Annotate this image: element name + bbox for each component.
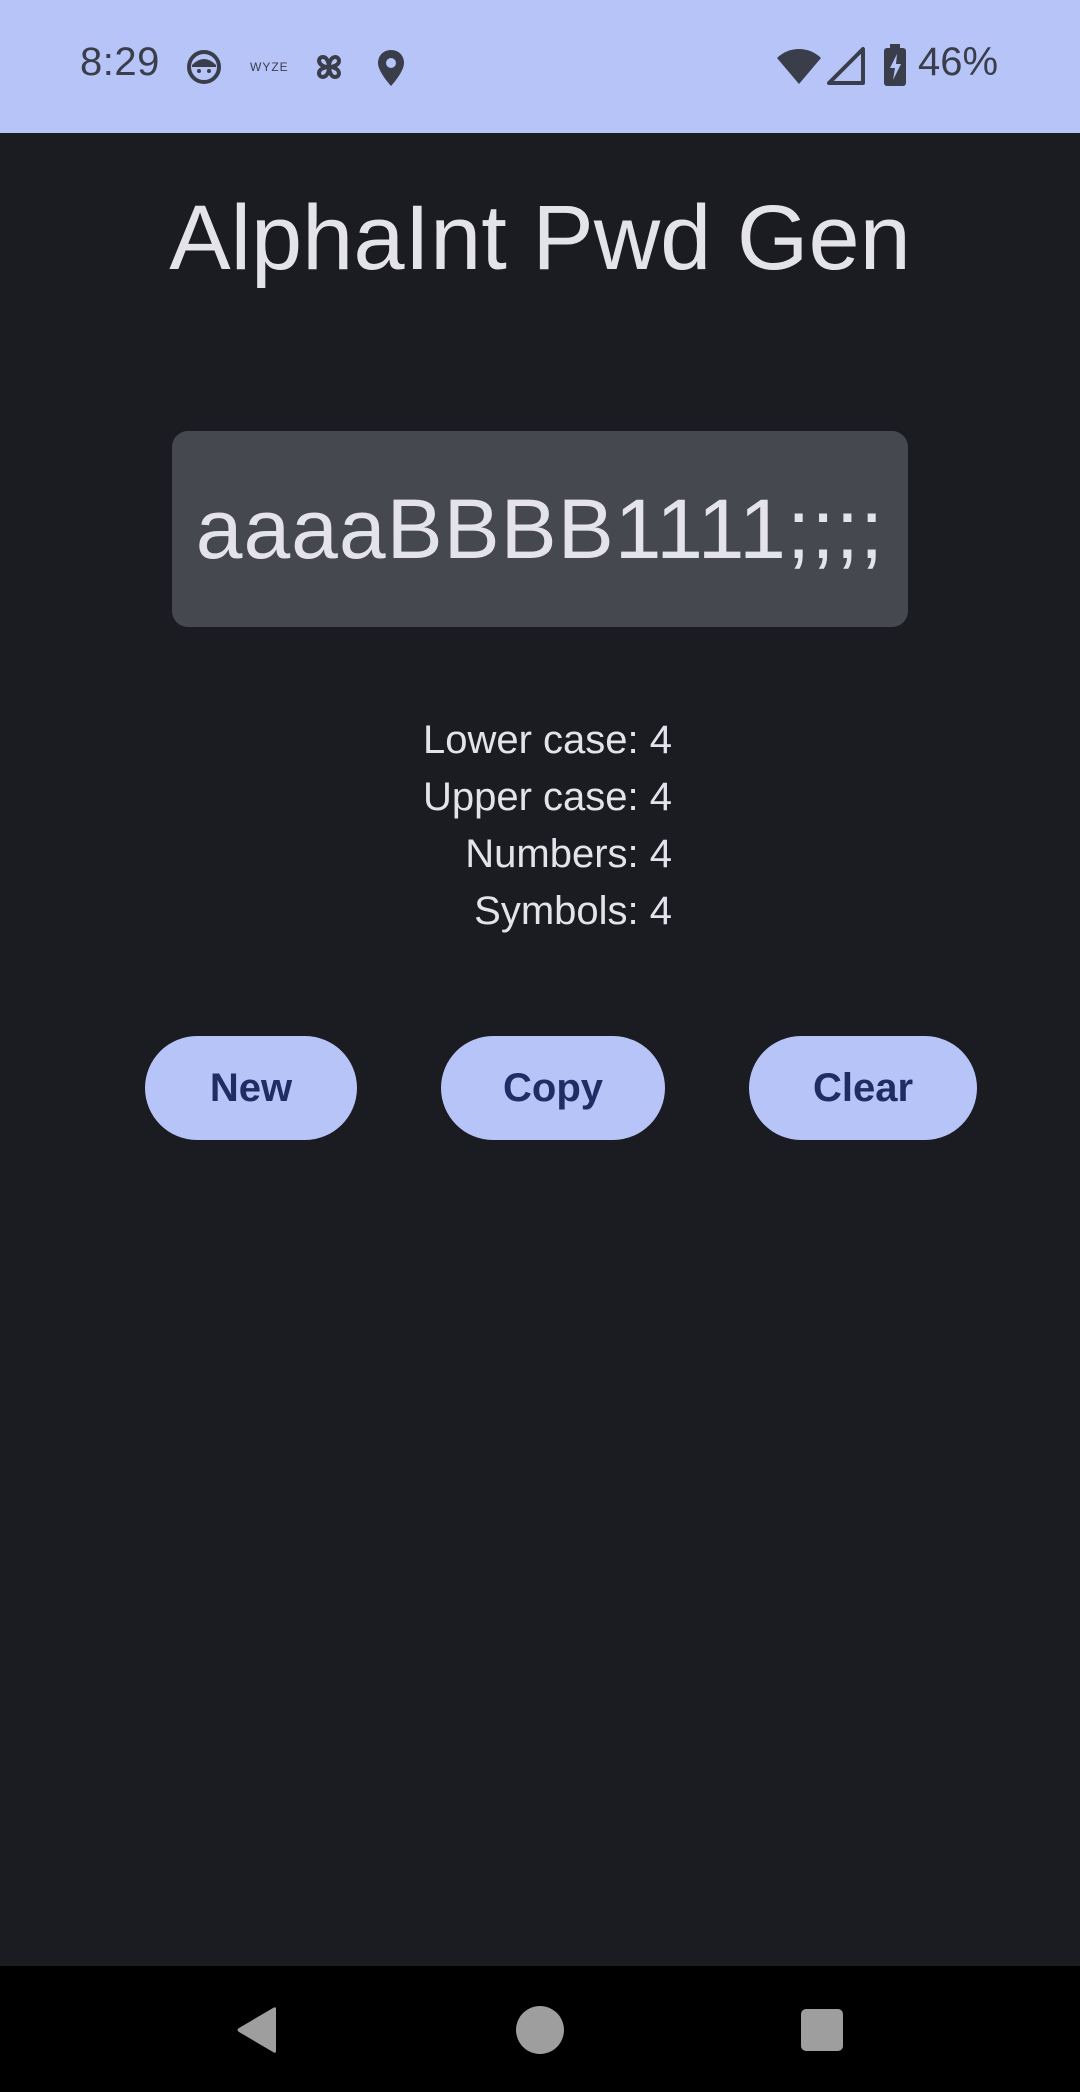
battery-charging-icon — [884, 44, 906, 86]
wyze-icon: WYZE — [250, 60, 289, 74]
symbols-count: Symbols: 4 — [474, 889, 672, 933]
app-title: AlphaInt Pwd Gen — [169, 187, 911, 289]
back-icon[interactable] — [234, 2005, 280, 2055]
new-button[interactable]: New — [145, 1036, 357, 1140]
status-time: 8:29 — [80, 40, 160, 84]
face-icon — [187, 50, 221, 84]
lower-case-count: Lower case: 4 — [422, 718, 672, 762]
wifi-icon — [777, 49, 821, 84]
password-display: aaaaBBBB1111;;;; — [172, 431, 908, 627]
clear-button[interactable]: Clear — [749, 1036, 977, 1140]
numbers-count: Numbers: 4 — [465, 832, 672, 876]
pinwheel-icon — [316, 54, 342, 80]
upper-case-count: Upper case: 4 — [422, 775, 672, 819]
status-bar: 8:29 WYZE 46% — [0, 0, 1080, 133]
copy-button[interactable]: Copy — [441, 1036, 665, 1140]
navigation-bar — [0, 1966, 1080, 2092]
home-icon[interactable] — [515, 2005, 565, 2055]
cell-signal-icon — [827, 47, 865, 85]
password-text: aaaaBBBB1111;;;; — [195, 481, 885, 576]
location-pin-icon — [378, 50, 404, 86]
battery-percent: 46% — [918, 40, 999, 84]
screen: 8:29 WYZE 46% AlphaInt Pwd Gen aaaaBBBB1… — [0, 0, 1080, 2092]
recents-icon[interactable] — [800, 2008, 844, 2052]
character-stats: Lower case: 4 Upper case: 4 Numbers: 4 S… — [0, 712, 672, 940]
